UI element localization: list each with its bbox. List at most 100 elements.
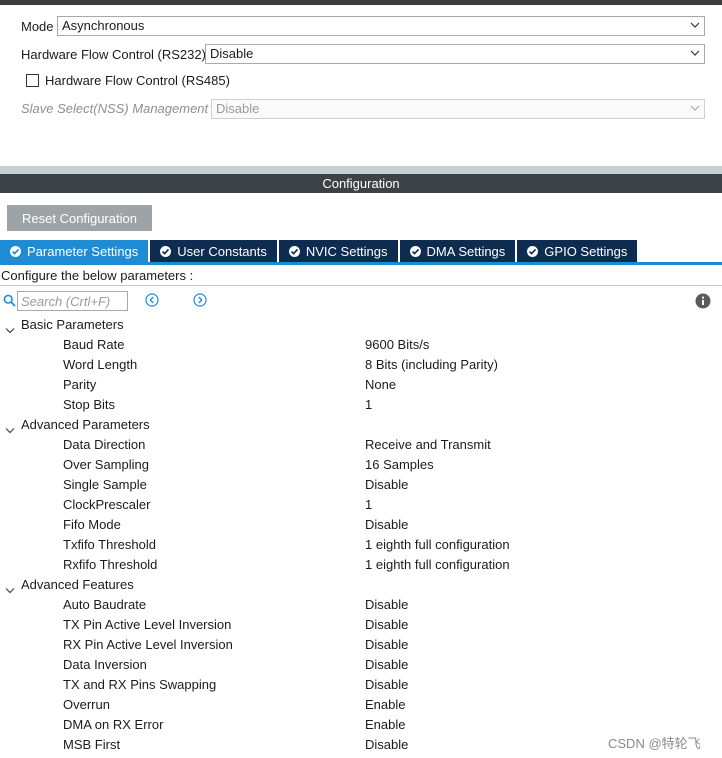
param-name: Baud Rate <box>63 337 125 352</box>
rs485-checkbox[interactable] <box>26 74 39 87</box>
tab-label: GPIO Settings <box>544 243 628 259</box>
param-name: Data Direction <box>63 437 146 452</box>
chevron-left-circle-icon <box>145 293 159 307</box>
param-value[interactable]: 1 <box>365 395 372 415</box>
param-row[interactable]: Word Length 8 Bits (including Parity) <box>0 355 722 375</box>
param-value[interactable]: None <box>365 375 396 395</box>
param-value[interactable]: Disable <box>365 635 408 655</box>
param-name: ClockPrescaler <box>63 497 151 512</box>
param-name: MSB First <box>63 737 121 752</box>
param-row[interactable]: Txfifo Threshold 1 eighth full configurat… <box>0 535 722 555</box>
group-advanced-features[interactable]: Advanced Features <box>0 575 722 595</box>
param-name: DMA on RX Error <box>63 717 164 732</box>
group-label: Advanced Parameters <box>21 417 150 432</box>
check-circle-icon <box>288 245 300 257</box>
tab-label: NVIC Settings <box>305 243 388 259</box>
mode-label: Mode <box>21 18 54 34</box>
tab-parameter-settings[interactable]: Parameter Settings <box>0 240 149 262</box>
param-row[interactable]: Fifo Mode Disable <box>0 515 722 535</box>
tab-dma-settings[interactable]: DMA Settings <box>399 240 516 262</box>
param-value[interactable]: Receive and Transmit <box>365 435 491 455</box>
tab-gpio-settings[interactable]: GPIO Settings <box>517 240 638 262</box>
tab-label: User Constants <box>177 243 267 259</box>
param-row[interactable]: DMA on RX Error Enable <box>0 715 722 735</box>
param-row[interactable]: Single Sample Disable <box>0 475 722 495</box>
next-result-button[interactable] <box>193 293 207 307</box>
param-name: TX Pin Active Level Inversion <box>63 617 232 632</box>
tab-underline <box>0 262 722 265</box>
search-icon <box>3 294 16 307</box>
param-value[interactable]: 16 Samples <box>365 455 434 475</box>
param-value[interactable]: Disable <box>365 595 408 615</box>
param-value[interactable]: Disable <box>365 655 408 675</box>
param-value[interactable]: Disable <box>365 615 408 635</box>
mode-select[interactable]: Asynchronous <box>57 16 705 36</box>
previous-result-button[interactable] <box>145 293 159 307</box>
chevron-down-icon <box>690 103 700 113</box>
chevron-down-icon[interactable] <box>5 321 15 334</box>
param-name: Stop Bits <box>63 397 116 412</box>
param-row[interactable]: Data Inversion Disable <box>0 655 722 675</box>
tab-user-constants[interactable]: User Constants <box>150 240 277 262</box>
param-row[interactable]: TX Pin Active Level Inversion Disable <box>0 615 722 635</box>
param-value[interactable]: 1 <box>365 495 372 515</box>
param-row[interactable]: Stop Bits 1 <box>0 395 722 415</box>
info-icon[interactable] <box>695 293 711 309</box>
top-border <box>0 0 722 5</box>
rs232-select[interactable]: Disable <box>205 44 705 64</box>
param-value[interactable]: Disable <box>365 475 408 495</box>
param-name: Overrun <box>63 697 110 712</box>
param-name: Rxfifo Threshold <box>63 557 158 572</box>
param-row[interactable]: TX and RX Pins Swapping Disable <box>0 675 722 695</box>
rs232-value: Disable <box>210 46 254 61</box>
param-row[interactable]: Parity None <box>0 375 722 395</box>
param-name: Parity <box>63 377 97 392</box>
param-name: Fifo Mode <box>63 517 121 532</box>
param-row[interactable]: Rxfifo Threshold 1 eighth full configurat… <box>0 555 722 575</box>
tab-label: Parameter Settings <box>27 243 139 259</box>
param-value[interactable]: Enable <box>365 715 405 735</box>
param-value[interactable]: Disable <box>365 735 408 755</box>
rs232-label: Hardware Flow Control (RS232) <box>21 46 206 62</box>
group-advanced-parameters[interactable]: Advanced Parameters <box>0 415 722 435</box>
param-value[interactable]: Disable <box>365 515 408 535</box>
chevron-down-icon <box>690 20 700 30</box>
rs232-row: Hardware Flow Control (RS232) <box>21 43 206 65</box>
param-value[interactable]: Disable <box>365 675 408 695</box>
chevron-down-icon[interactable] <box>5 581 15 594</box>
slave-select: Disable <box>211 99 705 119</box>
param-value[interactable]: 1 eighth full configuration <box>365 535 510 555</box>
param-value[interactable]: 1 eighth full configuration <box>365 555 510 575</box>
param-row[interactable]: Overrun Enable <box>0 695 722 715</box>
param-row[interactable]: ClockPrescaler 1 <box>0 495 722 515</box>
param-value[interactable]: 8 Bits (including Parity) <box>365 355 498 375</box>
check-circle-icon <box>527 245 539 257</box>
slave-select-value: Disable <box>216 101 260 116</box>
group-basic-parameters[interactable]: Basic Parameters <box>0 315 722 335</box>
group-label: Advanced Features <box>21 577 134 592</box>
param-row[interactable]: Over Sampling 16 Samples <box>0 455 722 475</box>
param-row[interactable]: Data Direction Receive and Transmit <box>0 435 722 455</box>
chevron-down-icon[interactable] <box>5 421 15 434</box>
param-row[interactable]: Auto Baudrate Disable <box>0 595 722 615</box>
divider <box>0 285 722 286</box>
mode-value: Asynchronous <box>62 18 145 33</box>
separator-band <box>0 166 722 174</box>
check-circle-icon <box>10 245 21 257</box>
tab-nvic-settings[interactable]: NVIC Settings <box>278 240 398 262</box>
mode-row: Mode <box>21 15 54 37</box>
rs485-label: Hardware Flow Control (RS485) <box>45 73 230 88</box>
chevron-right-circle-icon <box>193 293 207 307</box>
rs485-checkbox-row[interactable]: Hardware Flow Control (RS485) <box>26 73 230 88</box>
chevron-down-icon <box>690 48 700 58</box>
search-input[interactable] <box>17 291 128 311</box>
param-row[interactable]: Baud Rate 9600 Bits/s <box>0 335 722 355</box>
param-name: Word Length <box>63 357 138 372</box>
param-row[interactable]: RX Pin Active Level Inversion Disable <box>0 635 722 655</box>
param-value[interactable]: 9600 Bits/s <box>365 335 429 355</box>
param-name: TX and RX Pins Swapping <box>63 677 217 692</box>
config-tabs: Parameter Settings User Constants NVIC S… <box>0 240 639 262</box>
param-value[interactable]: Enable <box>365 695 405 715</box>
reset-configuration-button[interactable]: Reset Configuration <box>7 205 152 231</box>
slave-select-label: Slave Select(NSS) Management <box>21 101 209 116</box>
